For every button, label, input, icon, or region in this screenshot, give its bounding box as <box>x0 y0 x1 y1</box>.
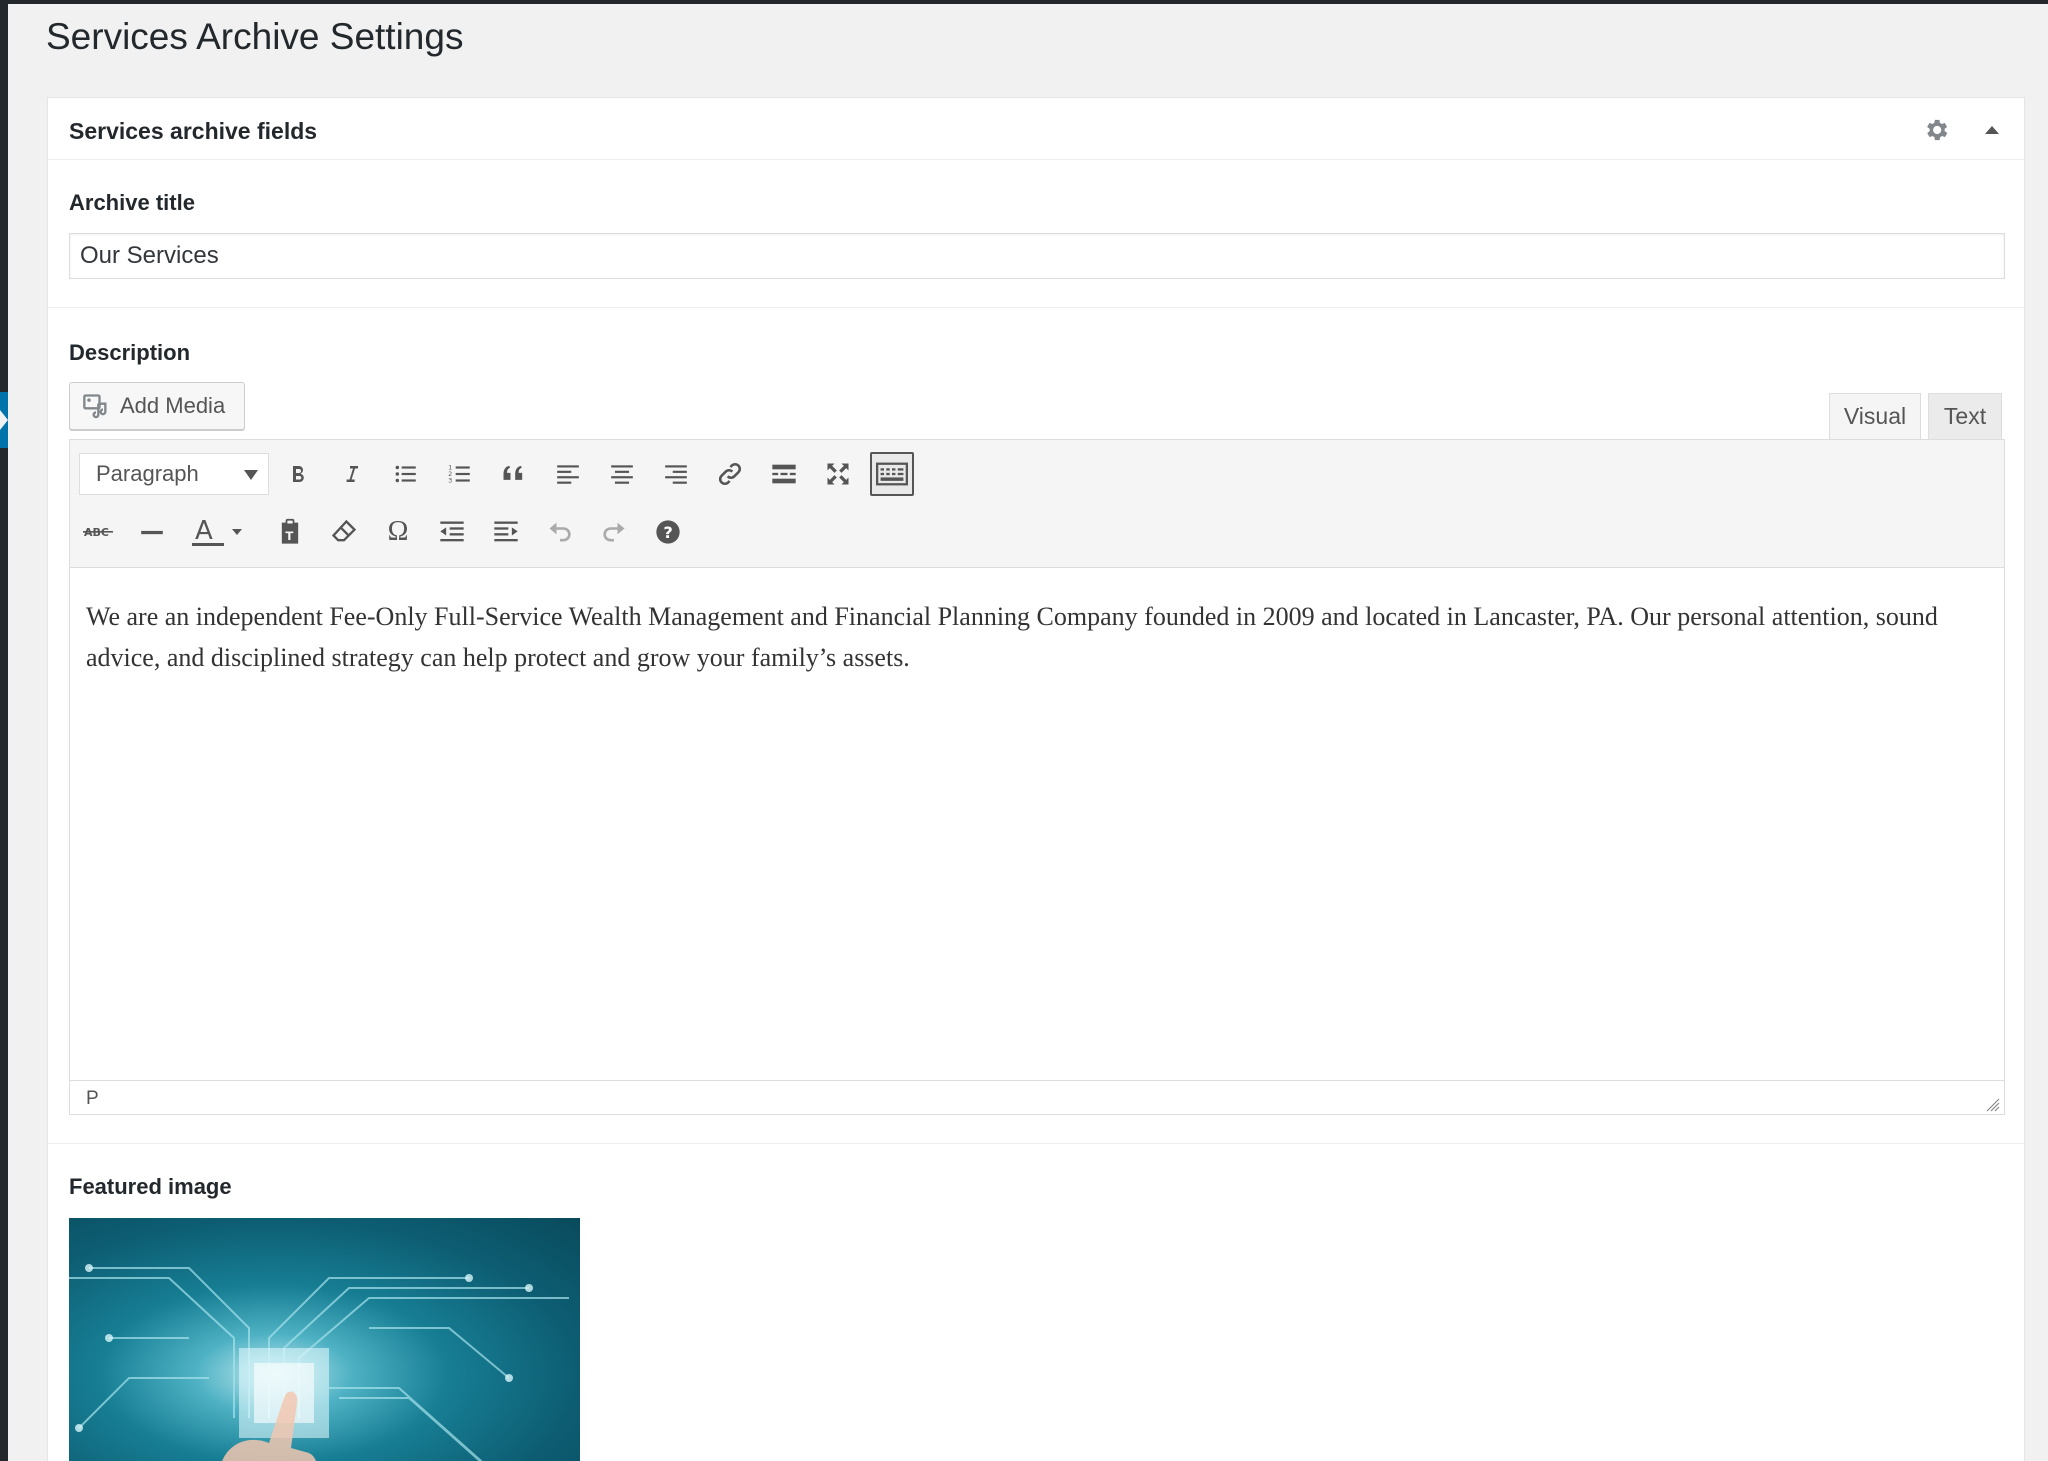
tab-text[interactable]: Text <box>1928 393 2002 439</box>
align-right-icon <box>665 465 687 484</box>
outdent-icon <box>440 521 464 542</box>
keyboard-shortcuts-button[interactable]: ? <box>648 512 688 552</box>
align-right-button[interactable] <box>656 454 696 494</box>
active-menu-indicator <box>0 392 8 448</box>
bold-button[interactable] <box>278 454 318 494</box>
indent-button[interactable] <box>486 512 526 552</box>
numbered-list-button[interactable]: 123 <box>440 454 480 494</box>
svg-text:3: 3 <box>448 477 452 485</box>
bullet-list-icon <box>395 465 416 483</box>
bullet-list-button[interactable] <box>386 454 426 494</box>
description-editor: Paragraph 123 ABC A T Ω ? We are an inde… <box>69 439 2005 1115</box>
tab-visual[interactable]: Visual <box>1829 393 1921 439</box>
metabox-title: Services archive fields <box>69 118 318 144</box>
read-more-button[interactable] <box>764 454 804 494</box>
eraser-icon <box>331 519 357 542</box>
horizontal-line-icon <box>141 530 163 535</box>
text-color-button[interactable]: A <box>186 512 250 552</box>
undo-icon <box>549 522 571 542</box>
align-center-icon <box>611 465 633 484</box>
svg-text:A: A <box>195 516 213 546</box>
services-archive-metabox: Services archive fields Archive title De… <box>47 97 2025 1461</box>
bold-icon <box>293 466 304 483</box>
editor-statusbar: P <box>70 1080 2004 1114</box>
fullscreen-icon <box>827 463 849 485</box>
align-center-button[interactable] <box>602 454 642 494</box>
align-left-button[interactable] <box>548 454 588 494</box>
format-select-value: Paragraph <box>96 461 199 486</box>
italic-button[interactable] <box>332 454 372 494</box>
strikethrough-button[interactable]: ABC <box>78 512 118 552</box>
clear-formatting-button[interactable] <box>324 512 364 552</box>
metabox-header: Services archive fields <box>48 98 2024 160</box>
element-path[interactable]: P <box>86 1088 99 1110</box>
blockquote-icon <box>503 465 523 480</box>
indent-icon <box>494 521 518 542</box>
add-media-label: Add Media <box>120 393 226 418</box>
featured-image-label: Featured image <box>69 1174 232 1199</box>
editor-toolbar: Paragraph 123 ABC A T Ω ? <box>70 440 2004 568</box>
divider <box>48 1143 2024 1144</box>
blockquote-button[interactable] <box>494 454 534 494</box>
omega-icon: Ω <box>387 516 409 547</box>
undo-button[interactable] <box>540 512 580 552</box>
italic-icon <box>346 466 358 482</box>
paste-text-icon: T <box>281 518 299 544</box>
archive-title-input[interactable] <box>69 233 2005 279</box>
horizontal-line-button[interactable] <box>132 512 172 552</box>
svg-text:T: T <box>285 529 293 543</box>
svg-text:?: ? <box>663 523 672 542</box>
resize-handle-icon[interactable] <box>1986 1096 2000 1112</box>
keyboard-icon <box>876 462 908 486</box>
link-icon <box>718 462 742 486</box>
align-left-icon <box>557 465 579 484</box>
gear-icon[interactable] <box>1922 116 1950 144</box>
chevron-down-icon <box>244 470 258 480</box>
fullscreen-button[interactable] <box>818 454 858 494</box>
numbered-list-icon: 123 <box>448 464 470 485</box>
paste-text-button[interactable]: T <box>270 512 310 552</box>
collapse-toggle-icon[interactable] <box>1982 120 2002 140</box>
featured-image-thumbnail[interactable] <box>69 1218 580 1461</box>
editor-content[interactable]: We are an independent Fee-Only Full-Serv… <box>70 568 2004 1080</box>
archive-title-field: Archive title <box>48 160 2024 308</box>
redo-icon <box>603 522 625 542</box>
strikethrough-icon: ABC <box>83 526 113 539</box>
top-admin-bar <box>0 0 2048 4</box>
page-title: Services Archive Settings <box>46 16 464 57</box>
description-label: Description <box>69 340 191 365</box>
toolbar-toggle-button[interactable] <box>870 452 914 496</box>
special-character-button[interactable]: Ω <box>378 512 418 552</box>
archive-title-label: Archive title <box>69 190 195 215</box>
text-color-icon: A <box>192 516 242 546</box>
outdent-button[interactable] <box>432 512 472 552</box>
redo-button[interactable] <box>594 512 634 552</box>
format-select[interactable]: Paragraph <box>79 453 269 495</box>
help-icon: ? <box>656 520 680 544</box>
admin-sidebar-edge <box>0 0 8 1461</box>
read-more-icon <box>772 464 796 484</box>
media-icon <box>83 394 107 419</box>
link-button[interactable] <box>710 454 750 494</box>
add-media-button[interactable]: Add Media <box>69 382 245 430</box>
